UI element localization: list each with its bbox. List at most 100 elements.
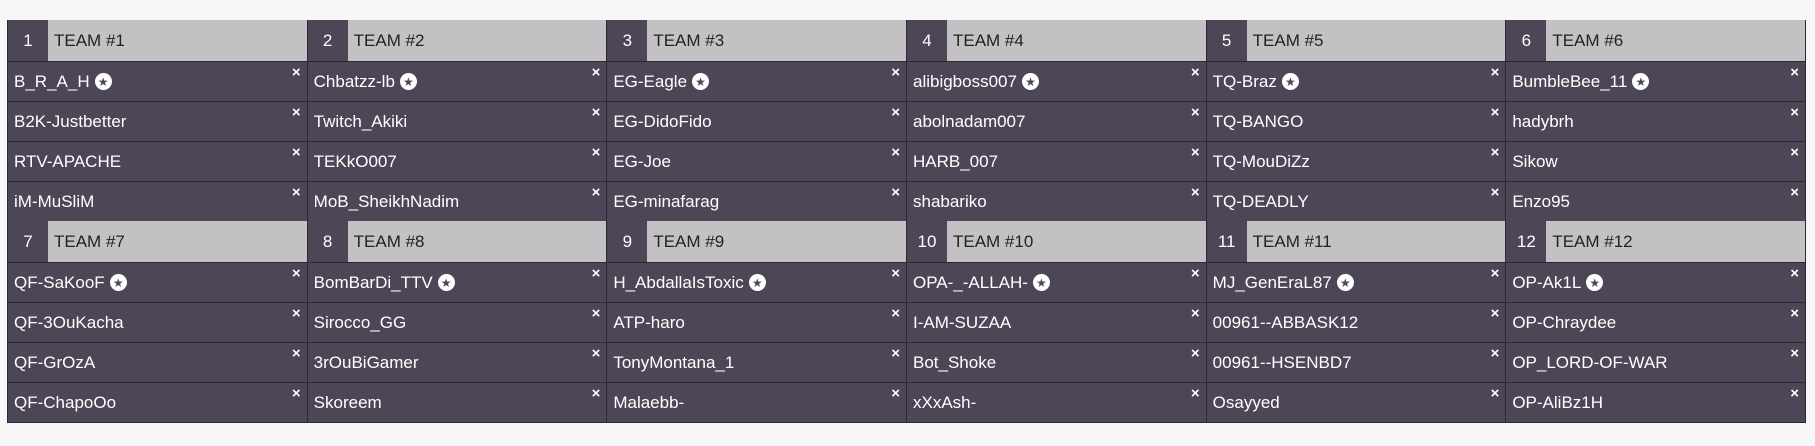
player-name: QF-ChapoOo	[14, 392, 117, 412]
player-name: Osayyed	[1212, 392, 1280, 412]
remove-player-icon[interactable]: ×	[1191, 105, 1200, 120]
player-row: QF-SaKooF ★ ×	[8, 262, 307, 302]
remove-player-icon[interactable]: ×	[1491, 386, 1500, 401]
remove-player-icon[interactable]: ×	[292, 145, 301, 160]
team-header: 7 TEAM #7	[8, 221, 307, 262]
team-name: TEAM #2	[353, 30, 425, 50]
remove-player-icon[interactable]: ×	[1491, 65, 1500, 80]
teams-grid: 1 TEAM #1 B_R_A_H ★ × B2K-Justbetter × RTV-APAC…	[7, 20, 1806, 423]
player-name: B2K-Justbetter	[14, 111, 127, 131]
remove-player-icon[interactable]: ×	[292, 266, 301, 281]
captain-star-icon: ★	[1021, 73, 1039, 90]
player-name: EG-DidoFido	[613, 111, 712, 131]
remove-player-icon[interactable]: ×	[1191, 306, 1200, 321]
player-row: 00961--HSENBD7 ×	[1206, 342, 1506, 382]
remove-player-icon[interactable]: ×	[1191, 145, 1200, 160]
player-name: EG-Eagle	[613, 71, 688, 91]
team-card: 5 TEAM #5 TQ-Braz ★ × TQ-BANGO × TQ-MouDiZz × TQ-…	[1206, 20, 1507, 221]
player-row: EG-minafarag ×	[607, 181, 906, 221]
remove-player-icon[interactable]: ×	[1790, 306, 1799, 321]
team-card: 8 TEAM #8 BomBarDi_TTV ★ × Sirocco_GG × 3rOuBiG…	[307, 221, 608, 422]
remove-player-icon[interactable]: ×	[891, 386, 900, 401]
remove-player-icon[interactable]: ×	[891, 306, 900, 321]
captain-star-icon: ★	[1632, 73, 1650, 90]
remove-player-icon[interactable]: ×	[1191, 346, 1200, 361]
remove-player-icon[interactable]: ×	[292, 306, 301, 321]
team-name: TEAM #10	[952, 231, 1034, 251]
player-row: MoB_SheikhNadim ×	[307, 181, 607, 221]
team-number: 3	[607, 20, 648, 61]
remove-player-icon[interactable]: ×	[1491, 145, 1500, 160]
player-row: 00961--ABBASK12 ×	[1206, 302, 1506, 342]
remove-player-icon[interactable]: ×	[1491, 346, 1500, 361]
remove-player-icon[interactable]: ×	[592, 346, 601, 361]
remove-player-icon[interactable]: ×	[1790, 65, 1799, 80]
remove-player-icon[interactable]: ×	[1790, 386, 1799, 401]
remove-player-icon[interactable]: ×	[891, 65, 900, 80]
player-row: HARB_007 ×	[906, 141, 1206, 181]
remove-player-icon[interactable]: ×	[1191, 386, 1200, 401]
team-card: 6 TEAM #6 BumbleBee_11 ★ × hadybrh × Sikow × Enzo…	[1506, 20, 1806, 221]
remove-player-icon[interactable]: ×	[592, 185, 601, 200]
player-row: MJ_GenEraL87 ★ ×	[1206, 262, 1506, 302]
remove-player-icon[interactable]: ×	[891, 185, 900, 200]
team-number: 12	[1506, 221, 1547, 262]
remove-player-icon[interactable]: ×	[592, 266, 601, 281]
team-name: TEAM #4	[952, 30, 1024, 50]
remove-player-icon[interactable]: ×	[1790, 105, 1799, 120]
player-row: TQ-Braz ★ ×	[1206, 61, 1506, 101]
player-row: OP_LORD-OF-WAR ×	[1506, 342, 1805, 382]
remove-player-icon[interactable]: ×	[592, 306, 601, 321]
player-row: xXxAsh- ×	[906, 382, 1206, 422]
player-row: QF-3OuKacha ×	[8, 302, 307, 342]
remove-player-icon[interactable]: ×	[292, 185, 301, 200]
player-row: BumbleBee_11 ★ ×	[1506, 61, 1805, 101]
player-name: MoB_SheikhNadim	[313, 191, 460, 211]
player-row: Twitch_Akiki ×	[307, 101, 607, 141]
remove-player-icon[interactable]: ×	[891, 346, 900, 361]
remove-player-icon[interactable]: ×	[1790, 346, 1799, 361]
remove-player-icon[interactable]: ×	[1790, 185, 1799, 200]
team-header: 1 TEAM #1	[8, 20, 307, 61]
remove-player-icon[interactable]: ×	[292, 386, 301, 401]
remove-player-icon[interactable]: ×	[1491, 105, 1500, 120]
team-card: 1 TEAM #1 B_R_A_H ★ × B2K-Justbetter × RTV-APAC…	[8, 20, 308, 221]
player-row: OP-Ak1L ★ ×	[1506, 262, 1805, 302]
player-row: Skoreem ×	[307, 382, 607, 422]
player-name: Skoreem	[313, 392, 382, 412]
player-name: TEKkO007	[313, 151, 397, 171]
captain-star-icon: ★	[1032, 274, 1050, 291]
team-header: 3 TEAM #3	[607, 20, 906, 61]
remove-player-icon[interactable]: ×	[592, 65, 601, 80]
remove-player-icon[interactable]: ×	[891, 105, 900, 120]
team-header: 6 TEAM #6	[1506, 20, 1805, 61]
remove-player-icon[interactable]: ×	[1790, 145, 1799, 160]
remove-player-icon[interactable]: ×	[592, 105, 601, 120]
team-name: TEAM #6	[1552, 30, 1624, 50]
remove-player-icon[interactable]: ×	[1191, 185, 1200, 200]
remove-player-icon[interactable]: ×	[1191, 65, 1200, 80]
remove-player-icon[interactable]: ×	[592, 386, 601, 401]
player-row: iM-MuSliM ×	[8, 181, 307, 221]
remove-player-icon[interactable]: ×	[592, 145, 601, 160]
player-name: TQ-DEADLY	[1212, 191, 1309, 211]
remove-player-icon[interactable]: ×	[1491, 185, 1500, 200]
remove-player-icon[interactable]: ×	[1491, 306, 1500, 321]
team-number: 2	[307, 20, 348, 61]
team-number: 11	[1206, 221, 1247, 262]
remove-player-icon[interactable]: ×	[292, 105, 301, 120]
player-name: QF-3OuKacha	[14, 312, 124, 332]
remove-player-icon[interactable]: ×	[292, 65, 301, 80]
remove-player-icon[interactable]: ×	[891, 266, 900, 281]
remove-player-icon[interactable]: ×	[891, 145, 900, 160]
team-card: 11 TEAM #11 MJ_GenEraL87 ★ × 00961--ABBASK12 ×…	[1206, 221, 1507, 422]
team-number: 8	[307, 221, 348, 262]
remove-player-icon[interactable]: ×	[292, 346, 301, 361]
player-name: shabariko	[912, 191, 987, 211]
remove-player-icon[interactable]: ×	[1790, 266, 1799, 281]
remove-player-icon[interactable]: ×	[1191, 266, 1200, 281]
player-row: TQ-DEADLY ×	[1206, 181, 1506, 221]
player-row: TQ-MouDiZz ×	[1206, 141, 1506, 181]
team-header: 12 TEAM #12	[1506, 221, 1805, 262]
remove-player-icon[interactable]: ×	[1491, 266, 1500, 281]
